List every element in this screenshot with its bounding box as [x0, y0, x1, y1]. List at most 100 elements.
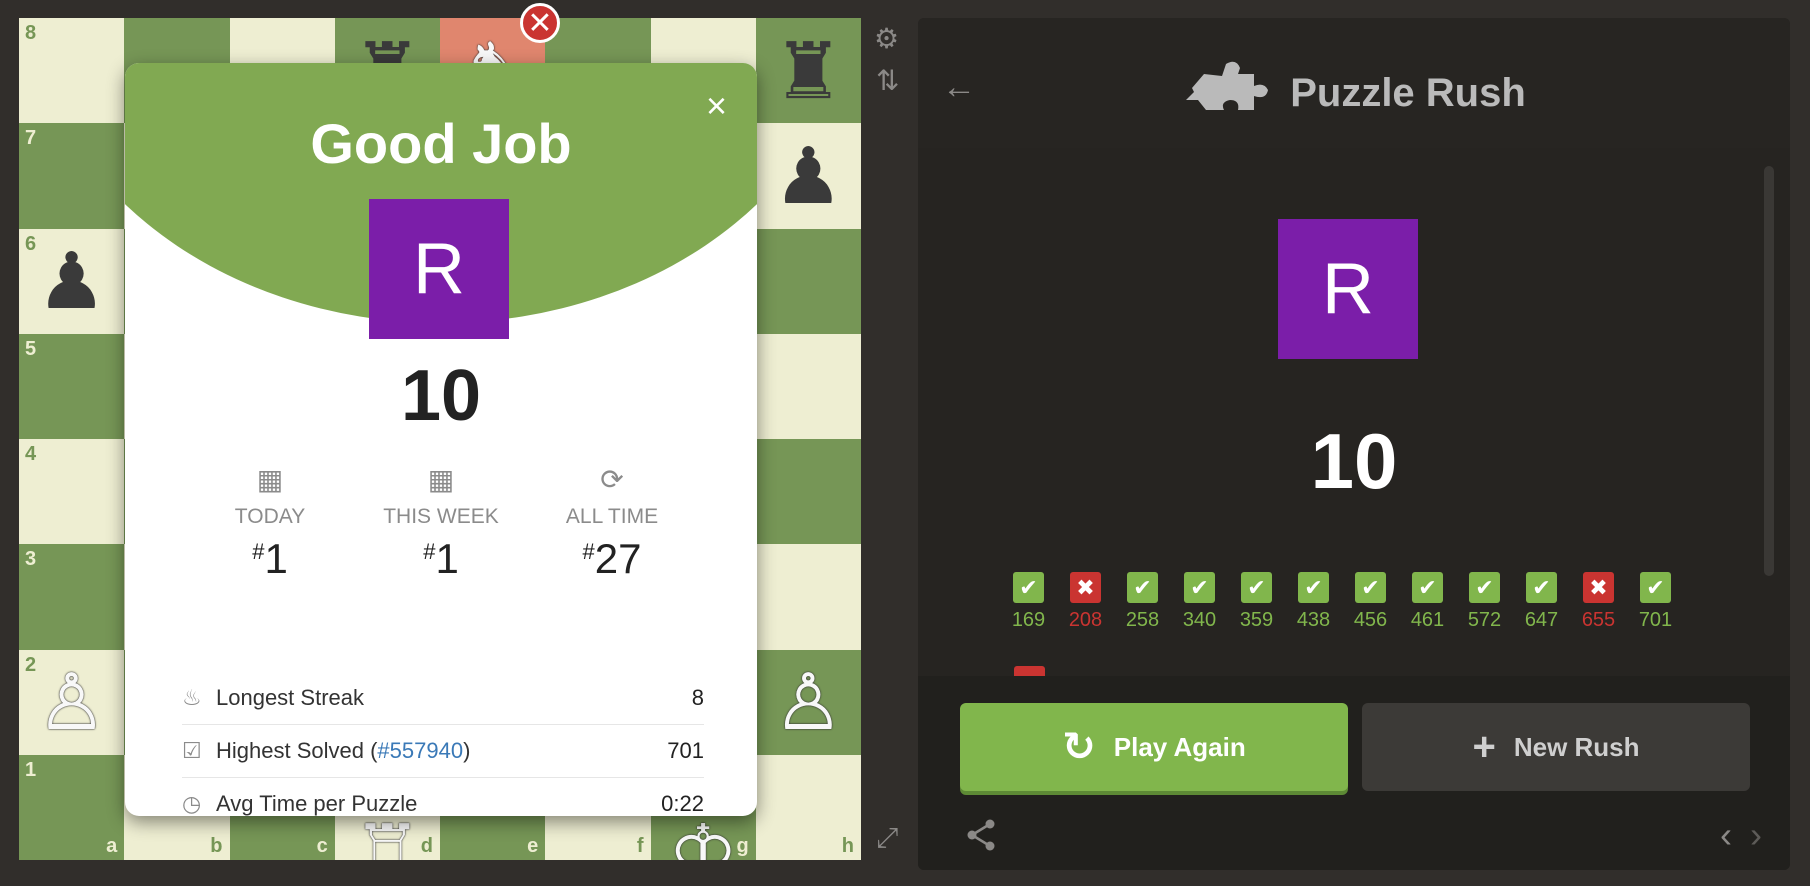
puzzle-result[interactable]: ✖ 208	[1069, 572, 1102, 632]
scrollbar[interactable]	[1764, 166, 1774, 576]
chevron-right-icon[interactable]: ›	[1750, 814, 1762, 856]
checkbox-icon: ☑	[182, 738, 202, 763]
puzzle-result[interactable]: ✔ 258	[1126, 572, 1159, 632]
white-pawn-a2-icon[interactable]: ♙	[19, 650, 124, 755]
square-a4[interactable]: 4	[19, 439, 125, 545]
square-h1[interactable]: h	[755, 754, 861, 860]
rank-label: 8	[25, 22, 37, 44]
share-icon[interactable]	[964, 818, 998, 860]
square-h7[interactable]: ♟	[755, 123, 861, 229]
settings-icon[interactable]: ⚙	[874, 22, 899, 55]
result-mark-partial	[1014, 666, 1045, 676]
modal-score: 10	[400, 356, 482, 436]
puzzle-rating: 655	[1581, 609, 1616, 631]
check-icon: ✔	[1298, 572, 1329, 603]
stat-longest-streak: ♨ Longest Streak 8	[182, 672, 704, 725]
puzzle-piece-icon	[1182, 60, 1276, 127]
rank-label: 1	[25, 758, 37, 781]
stat-value: 0:22	[661, 791, 704, 816]
square-a5[interactable]: 5	[19, 333, 125, 439]
rush-score: 10	[1310, 417, 1398, 505]
puzzle-result[interactable]: ✔ 438	[1297, 572, 1330, 632]
rank-label: THIS WEEK	[383, 505, 499, 528]
puzzle-result[interactable]: ✔ 359	[1240, 572, 1273, 632]
flip-board-icon[interactable]: ⇅	[876, 64, 899, 97]
puzzle-rush-panel: ← Puzzle Rush R 10 ✔ 169 ✖ 208 ✔ 258 ✔ 340 ✔ 359 ✔…	[918, 18, 1790, 870]
rank-value: #27	[527, 535, 697, 583]
square-h3[interactable]	[755, 544, 861, 650]
square-h6[interactable]	[755, 228, 861, 334]
new-rush-button[interactable]: + New Rush	[1362, 703, 1750, 791]
square-a8[interactable]: 8	[19, 18, 125, 124]
puzzle-rating: 438	[1296, 609, 1331, 631]
stat-label: Longest Streak	[216, 685, 364, 710]
clock-icon: ◷	[182, 791, 202, 816]
puzzle-result[interactable]: ✔ 647	[1525, 572, 1558, 632]
play-again-button[interactable]: ↻ Play Again	[960, 703, 1348, 791]
square-h2[interactable]: ♙	[755, 649, 861, 755]
file-label: h	[841, 835, 854, 857]
rank-value: #1	[356, 535, 526, 583]
puzzle-result[interactable]: ✔ 340	[1183, 572, 1216, 632]
square-a3[interactable]: 3	[19, 544, 125, 650]
play-again-label: Play Again	[1113, 731, 1246, 762]
square-h4[interactable]	[755, 439, 861, 545]
puzzle-result[interactable]: ✔ 169	[1012, 572, 1045, 632]
rank-number: 1	[264, 535, 288, 582]
calendar-icon: ▦	[256, 464, 284, 495]
check-icon: ✔	[1355, 572, 1386, 603]
refresh-icon: ⟳	[600, 464, 624, 495]
white-pawn-h2-icon[interactable]: ♙	[756, 650, 861, 755]
square-h5[interactable]	[755, 333, 861, 439]
new-rush-label: New Rush	[1513, 731, 1640, 762]
black-pawn-a6-icon[interactable]: ♟	[19, 229, 124, 334]
black-pawn-a6-icon-glyph: ♟	[36, 237, 107, 326]
black-rook-h8-icon-glyph: ♜	[773, 26, 844, 115]
modal-title: Good Job	[310, 112, 572, 175]
black-pawn-h7-icon[interactable]: ♟	[756, 123, 861, 228]
check-icon: ✔	[1469, 572, 1500, 603]
rank-all-time: ⟳ ALL TIME #27	[527, 463, 697, 583]
rank-today: ▦ TODAY #1	[185, 463, 355, 583]
puzzle-link[interactable]: #557940	[377, 738, 463, 763]
results-modal: × Good Job R 10 ▦ TODAY #1 ▦ THIS WEEK #…	[125, 63, 757, 816]
white-pawn-a2-icon-glyph: ♙	[36, 658, 107, 747]
panel-body: R 10 ✔ 169 ✖ 208 ✔ 258 ✔ 340 ✔ 359 ✔ 438 ✔ 456 ✔ 461 ✔ 57…	[918, 148, 1790, 676]
plus-icon: +	[1472, 724, 1496, 769]
rank-label: 3	[25, 548, 37, 571]
puzzle-rating: 340	[1182, 609, 1217, 631]
file-label: c	[316, 835, 328, 857]
rank-number: 1	[435, 535, 459, 582]
puzzle-rating: 359	[1239, 609, 1274, 631]
puzzle-result[interactable]: ✖ 655	[1582, 572, 1615, 632]
chevron-left-icon[interactable]: ‹	[1720, 814, 1732, 856]
square-a2[interactable]: 2 ♙	[19, 649, 125, 755]
check-icon: ✔	[1640, 572, 1671, 603]
check-icon: ✔	[1241, 572, 1272, 603]
rank-hash: #	[582, 539, 595, 564]
black-rook-h8-icon[interactable]: ♜	[756, 18, 861, 123]
puzzle-result[interactable]: ✔ 456	[1354, 572, 1387, 632]
square-a7[interactable]: 7	[19, 123, 125, 229]
white-rook-d1-icon-glyph: ♖	[352, 816, 423, 860]
rank-label: 4	[25, 443, 37, 465]
stat-value: 701	[667, 738, 704, 763]
stat-label: Avg Time per Puzzle	[216, 791, 418, 816]
avatar: R	[1278, 219, 1418, 359]
square-a1[interactable]: 1a	[19, 754, 125, 860]
puzzle-rating: 647	[1524, 609, 1559, 631]
square-a6[interactable]: 6 ♟	[19, 228, 125, 334]
rank-label: 5	[25, 337, 37, 360]
puzzle-result[interactable]: ✔ 701	[1639, 572, 1672, 632]
panel-title: Puzzle Rush	[918, 60, 1790, 127]
puzzle-result[interactable]: ✔ 461	[1411, 572, 1444, 632]
white-king-g1-icon-glyph: ♔	[668, 816, 739, 860]
puzzle-rating: 456	[1353, 609, 1388, 631]
expand-icon[interactable]: ⤢	[876, 822, 898, 855]
file-label: e	[527, 835, 539, 857]
puzzle-results: ✔ 169 ✖ 208 ✔ 258 ✔ 340 ✔ 359 ✔ 438 ✔ 456 ✔ 461 ✔ 572 ✔ 647…	[1012, 572, 1672, 632]
square-h8[interactable]: ♜	[755, 18, 861, 124]
rank-value: #1	[185, 535, 355, 583]
stats-list: ♨ Longest Streak 8 ☑ Highest Solved (#55…	[182, 672, 704, 816]
puzzle-result[interactable]: ✔ 572	[1468, 572, 1501, 632]
